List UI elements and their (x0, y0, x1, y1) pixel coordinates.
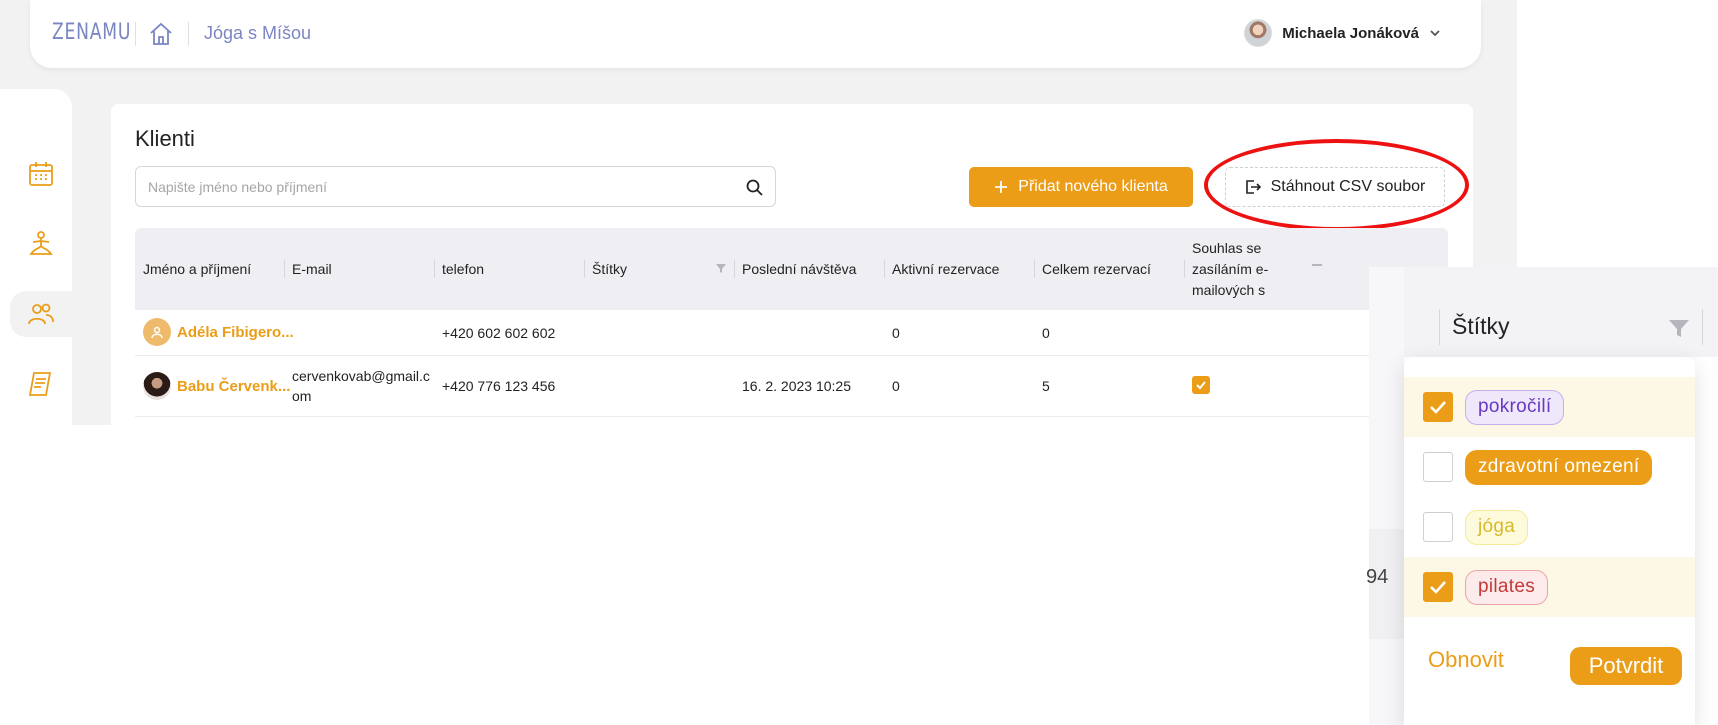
add-client-button[interactable]: Přidat nového klienta (969, 167, 1193, 207)
sidebar-item-reports[interactable] (10, 361, 72, 407)
column-header-total-reservations[interactable]: Celkem rezervací (1034, 228, 1151, 310)
column-header-phone[interactable]: telefon (434, 228, 484, 310)
search-icon[interactable] (746, 179, 763, 196)
avatar (143, 372, 171, 400)
client-email-line: om (292, 388, 312, 404)
consent-checkbox[interactable] (1192, 376, 1210, 394)
filter-option[interactable]: pilates (1404, 557, 1695, 617)
filter-option[interactable]: jóga (1404, 497, 1695, 557)
client-name-text: Adéla Fibigero... (177, 323, 294, 341)
client-active-reservations: 0 (892, 325, 900, 341)
column-separator (1702, 309, 1703, 345)
filter-icon[interactable] (1668, 317, 1690, 339)
filter-option[interactable]: zdravotní omezení (1404, 437, 1695, 497)
yoga-pose-icon (29, 231, 53, 255)
tag-filter-dropdown: pokročilí zdravotní omezení jóga pilates… (1404, 357, 1695, 725)
chevron-down-icon (1430, 30, 1440, 37)
client-phone: +420 776 123 456 (442, 378, 556, 394)
option-checkbox[interactable] (1423, 572, 1453, 602)
client-email: cervenkovab@gmail.c om (292, 366, 430, 406)
column-separator (1439, 309, 1440, 345)
table-header: Jméno a příjmení E-mail telefon Štítky P… (135, 228, 1448, 310)
tag-label: pilates (1465, 569, 1549, 605)
option-checkbox[interactable] (1423, 452, 1453, 482)
page-background (0, 425, 1517, 725)
breadcrumb[interactable]: Jóga s Míšou (204, 23, 311, 44)
avatar (1244, 19, 1273, 47)
user-icon (151, 326, 163, 339)
table-row[interactable]: Babu Červenk... cervenkovab@gmail.c om +… (135, 356, 1448, 417)
client-name[interactable]: Adéla Fibigero... (143, 318, 294, 346)
calendar-icon (29, 162, 53, 186)
top-bar: ZENAMU Jóga s Míšou Michaela Jonáková (30, 0, 1481, 68)
column-header-email[interactable]: E-mail (284, 228, 332, 310)
checkmark-icon (1430, 581, 1446, 594)
client-last-visit: 16. 2. 2023 10:25 (742, 378, 851, 394)
plus-icon (995, 181, 1008, 193)
zenamu-logo[interactable]: ZENAMU (52, 20, 131, 45)
column-header-name[interactable]: Jméno a příjmení (135, 228, 251, 310)
option-checkbox[interactable] (1423, 392, 1453, 422)
filter-icon[interactable] (715, 262, 727, 274)
users-icon (28, 303, 54, 325)
sidebar-item-yoga[interactable] (10, 221, 72, 267)
download-csv-button[interactable]: Stáhnout CSV soubor (1225, 167, 1445, 207)
client-total-reservations: 5 (1042, 378, 1050, 394)
client-phone: +420 602 602 602 (442, 325, 556, 341)
confirm-filter-button[interactable]: Potvrdit (1570, 647, 1682, 685)
partial-cell-value: 94 (1366, 566, 1389, 588)
divider (135, 22, 136, 46)
export-icon (1245, 180, 1261, 194)
tag-label: jóga (1465, 509, 1529, 545)
filter-option[interactable]: pokročilí (1404, 377, 1695, 437)
user-name: Michaela Jonáková (1282, 24, 1419, 42)
divider (188, 22, 189, 46)
option-checkbox[interactable] (1423, 512, 1453, 542)
sidebar-item-clients[interactable] (10, 291, 72, 337)
tag-label: pokročilí (1465, 389, 1565, 425)
checkmark-icon (1430, 401, 1446, 414)
client-active-reservations: 0 (892, 378, 900, 394)
client-name[interactable]: Babu Červenk... (143, 372, 290, 400)
client-name-text: Babu Červenk... (177, 377, 291, 395)
filter-column-title[interactable]: Štítky (1452, 313, 1510, 340)
add-client-label: Přidat nového klienta (1018, 178, 1168, 195)
zoom-overlay-table-edge (1369, 267, 1404, 725)
sidebar-item-calendar[interactable] (10, 151, 72, 197)
search-box[interactable] (135, 166, 776, 207)
avatar (143, 318, 171, 346)
column-header-last-visit[interactable]: Poslední návštěva (734, 228, 856, 310)
user-menu[interactable]: Michaela Jonáková (1244, 19, 1441, 47)
column-header-tags[interactable]: Štítky (584, 228, 627, 310)
tag-label: zdravotní omezení (1465, 449, 1653, 485)
home-icon[interactable] (148, 22, 174, 46)
column-menu-icon[interactable] (1312, 264, 1322, 266)
column-header-consent[interactable]: Souhlas se zasíláním e-mailových s (1184, 228, 1280, 310)
column-header-active-reservations[interactable]: Aktivní rezervace (884, 228, 999, 310)
client-email-line: cervenkovab@gmail.c (292, 368, 430, 384)
client-total-reservations: 0 (1042, 325, 1050, 341)
document-icon (28, 372, 52, 396)
reset-filter-button[interactable]: Obnovit (1428, 647, 1504, 673)
search-input[interactable] (148, 177, 728, 197)
page-title: Klienti (135, 126, 195, 151)
clients-card: Klienti Přidat nového klienta Stáhnout C… (111, 104, 1473, 425)
checkmark-icon (1196, 381, 1206, 390)
sidebar (0, 89, 72, 425)
download-csv-label: Stáhnout CSV soubor (1270, 178, 1426, 195)
table-row[interactable]: Adéla Fibigero... +420 602 602 602 0 0 (135, 310, 1448, 356)
filter-column-header (1404, 267, 1718, 357)
